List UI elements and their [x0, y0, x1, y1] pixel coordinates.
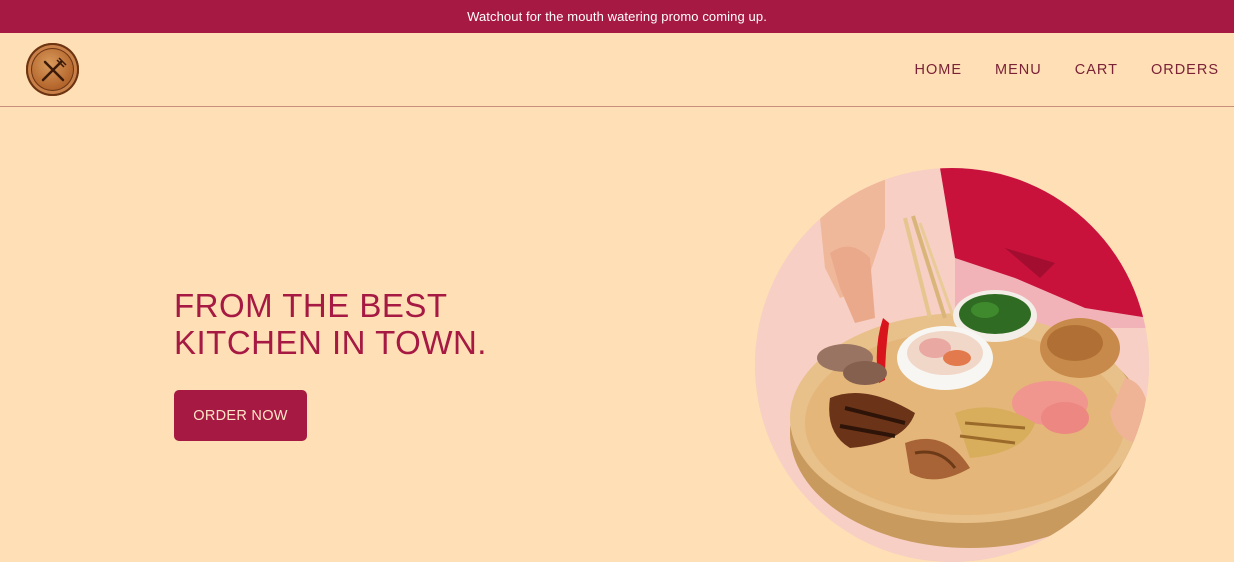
nav-home-link[interactable]: HOME: [915, 62, 963, 78]
food-platter-image: [755, 168, 1149, 562]
promo-text: Watchout for the mouth watering promo co…: [467, 9, 767, 24]
nav-orders-link[interactable]: ORDERS: [1151, 62, 1219, 78]
order-now-button[interactable]: ORDER NOW: [174, 390, 307, 441]
promo-banner: Watchout for the mouth watering promo co…: [0, 0, 1234, 33]
nav-cart-link[interactable]: CART: [1075, 62, 1118, 78]
logo-icon[interactable]: [26, 43, 79, 96]
navbar: HOME MENU CART ORDERS: [0, 33, 1234, 107]
hero-title: FROM THE BEST KITCHEN IN TOWN.: [174, 287, 487, 361]
nav-menu-link[interactable]: MENU: [995, 62, 1042, 78]
nav-links: HOME MENU CART ORDERS: [882, 33, 1219, 107]
